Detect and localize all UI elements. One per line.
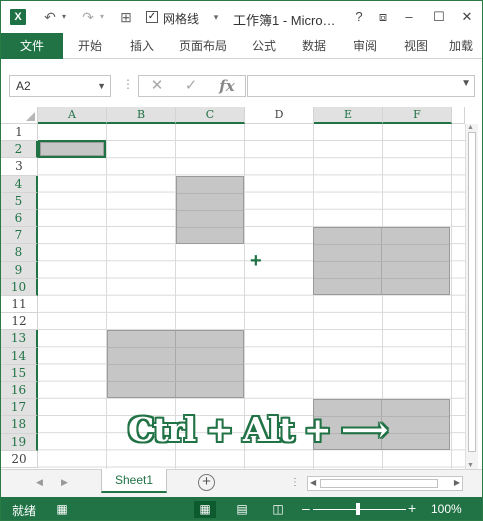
tab-home[interactable]: 开始 bbox=[71, 33, 109, 59]
horizontal-scroll-thumb[interactable] bbox=[320, 479, 438, 488]
status-ready-text: 就绪 bbox=[12, 504, 37, 518]
tab-review[interactable]: 审阅 bbox=[346, 33, 384, 59]
tab-add-ins[interactable]: 加载 bbox=[449, 33, 482, 59]
next-sheet-icon[interactable]: ▶ bbox=[61, 477, 68, 488]
customize-qat-icon[interactable]: ▾ bbox=[211, 7, 221, 27]
sheet-tab-bar: ◀ ▶ Sheet1 + ⋮ ◀ ▶ bbox=[1, 469, 482, 497]
help-icon[interactable]: ? bbox=[349, 8, 369, 26]
prev-sheet-icon[interactable]: ◀ bbox=[36, 477, 43, 488]
row-header-20[interactable]: 20 bbox=[1, 450, 38, 468]
tab-insert[interactable]: 插入 bbox=[123, 33, 161, 59]
excel-app-icon: X bbox=[10, 9, 26, 25]
row-header-8[interactable]: 8 bbox=[1, 244, 38, 262]
column-header-c[interactable]: C bbox=[176, 107, 245, 124]
page-layout-view-icon[interactable]: ▤ bbox=[231, 501, 253, 518]
enter-icon[interactable]: ✓ bbox=[181, 76, 201, 96]
horizontal-scrollbar[interactable]: ◀ ▶ bbox=[307, 476, 463, 491]
tab-file[interactable]: 文件 bbox=[1, 33, 63, 59]
gridlines-label: 网格线 bbox=[163, 12, 200, 26]
formula-bar: A2 ▼ ⋮ ✕ ✓ fx ▼ bbox=[1, 59, 482, 107]
column-header-a[interactable]: A bbox=[38, 107, 107, 124]
row-header-11[interactable]: 11 bbox=[1, 296, 38, 314]
zoom-slider-thumb[interactable] bbox=[356, 503, 360, 515]
name-box[interactable]: A2 ▼ bbox=[9, 75, 111, 97]
row-header-7[interactable]: 7 bbox=[1, 227, 38, 245]
row-header-5[interactable]: 5 bbox=[1, 192, 38, 210]
tab-split-handle-icon[interactable]: ⋮ bbox=[290, 477, 300, 488]
selection-range-c4-c7[interactable] bbox=[176, 176, 244, 244]
tab-page-layout[interactable]: 页面布局 bbox=[173, 33, 233, 59]
shortcut-overlay-text: Ctrl + Alt + ⟶ bbox=[128, 410, 388, 449]
formula-input[interactable]: ▼ bbox=[247, 75, 475, 97]
redo-dropdown-icon[interactable]: ▾ bbox=[97, 7, 107, 27]
row-header-4[interactable]: 4 bbox=[1, 175, 38, 193]
row-header-13[interactable]: 13 bbox=[1, 330, 38, 348]
insert-function-icon[interactable]: fx bbox=[215, 76, 239, 96]
column-header-e[interactable]: E bbox=[314, 107, 383, 124]
row-header-10[interactable]: 10 bbox=[1, 278, 38, 296]
row-header-15[interactable]: 15 bbox=[1, 364, 38, 382]
page-break-preview-icon[interactable]: ◫ bbox=[267, 501, 289, 518]
close-icon[interactable]: ✕ bbox=[457, 8, 477, 26]
scroll-down-icon[interactable]: ▼ bbox=[467, 462, 474, 469]
tab-data[interactable]: 数据 bbox=[295, 33, 333, 59]
worksheet-grid[interactable]: ABCDEF 1 2 3 4 5 6 7 8 9 10 11 12 13 14 15 16 17 18 19 20 +… bbox=[1, 107, 482, 469]
tab-formulas[interactable]: 公式 bbox=[245, 33, 283, 59]
cancel-icon[interactable]: ✕ bbox=[147, 76, 167, 96]
row-header-16[interactable]: 16 bbox=[1, 382, 38, 400]
minimize-icon[interactable]: – bbox=[399, 8, 419, 26]
row-header-1[interactable]: 1 bbox=[1, 124, 38, 142]
cell-cursor-icon: + bbox=[250, 250, 262, 272]
redo-icon[interactable]: ↷ bbox=[79, 7, 97, 27]
maximize-icon[interactable]: ☐ bbox=[429, 8, 449, 26]
column-header-b[interactable]: B bbox=[107, 107, 176, 124]
name-box-value: A2 bbox=[16, 79, 31, 93]
normal-view-icon[interactable]: ▦ bbox=[194, 501, 216, 518]
document-title: 工作簿1 - Micro… bbox=[233, 13, 336, 28]
sheet-tab-sheet1[interactable]: Sheet1 bbox=[101, 469, 167, 493]
gridlines-checkbox[interactable]: ✓ bbox=[146, 11, 158, 23]
zoom-out-icon[interactable]: – bbox=[302, 500, 310, 516]
add-sheet-icon[interactable]: + bbox=[198, 474, 215, 491]
zoom-level[interactable]: 100% bbox=[431, 502, 462, 516]
selection-range-e7-f10[interactable] bbox=[313, 227, 450, 295]
vertical-scrollbar[interactable]: ▲ ▼ bbox=[465, 124, 478, 469]
undo-dropdown-icon[interactable]: ▾ bbox=[59, 7, 69, 27]
formula-bar-buttons: ✕ ✓ fx bbox=[138, 75, 246, 97]
row-header-9[interactable]: 9 bbox=[1, 261, 38, 279]
row-header-14[interactable]: 14 bbox=[1, 347, 38, 365]
title-bar: X ↶ ▾ ↷ ▾ ⊞ ✓ 网格线 ▾ 工作簿1 - Micro… ? ⧈ – … bbox=[1, 1, 482, 33]
ribbon-tabs: 文件 开始 插入 页面布局 公式 数据 审阅 视图 加载 bbox=[1, 33, 482, 59]
tab-view[interactable]: 视图 bbox=[397, 33, 435, 59]
status-bar: 就绪 ▦ ▦ ▤ ◫ – + 100% bbox=[1, 497, 482, 520]
column-header-partial[interactable] bbox=[452, 107, 465, 124]
row-header-12[interactable]: 12 bbox=[1, 313, 38, 331]
column-header-f[interactable]: F bbox=[383, 107, 452, 124]
scroll-up-icon[interactable]: ▲ bbox=[467, 124, 474, 131]
chevron-down-icon[interactable]: ▼ bbox=[97, 76, 106, 96]
vertical-scroll-thumb[interactable] bbox=[468, 132, 476, 452]
zoom-in-icon[interactable]: + bbox=[408, 500, 416, 516]
row-header-17[interactable]: 17 bbox=[1, 399, 38, 417]
row-header-6[interactable]: 6 bbox=[1, 210, 38, 228]
row-header-2[interactable]: 2 bbox=[1, 141, 38, 159]
scroll-left-icon[interactable]: ◀ bbox=[310, 478, 316, 487]
macro-record-icon[interactable]: ▦ bbox=[51, 501, 73, 518]
expand-formula-bar-icon[interactable]: ▼ bbox=[461, 78, 471, 89]
active-cell-a2[interactable] bbox=[38, 140, 106, 158]
column-header-d[interactable]: D bbox=[245, 107, 314, 124]
scroll-right-icon[interactable]: ▶ bbox=[454, 478, 460, 487]
row-header-18[interactable]: 18 bbox=[1, 416, 38, 434]
select-all-button[interactable] bbox=[1, 107, 38, 124]
selection-range-b13-c16[interactable] bbox=[107, 330, 244, 398]
undo-icon[interactable]: ↶ bbox=[41, 7, 59, 27]
row-header-3[interactable]: 3 bbox=[1, 158, 38, 176]
grid-view-icon[interactable]: ⊞ bbox=[117, 7, 135, 27]
formula-bar-grip-icon[interactable]: ⋮ bbox=[122, 77, 134, 91]
row-header-19[interactable]: 19 bbox=[1, 433, 38, 451]
excel-window: X ↶ ▾ ↷ ▾ ⊞ ✓ 网格线 ▾ 工作簿1 - Micro… ? ⧈ – … bbox=[0, 0, 483, 521]
ribbon-display-options-icon[interactable]: ⧈ bbox=[373, 8, 393, 26]
